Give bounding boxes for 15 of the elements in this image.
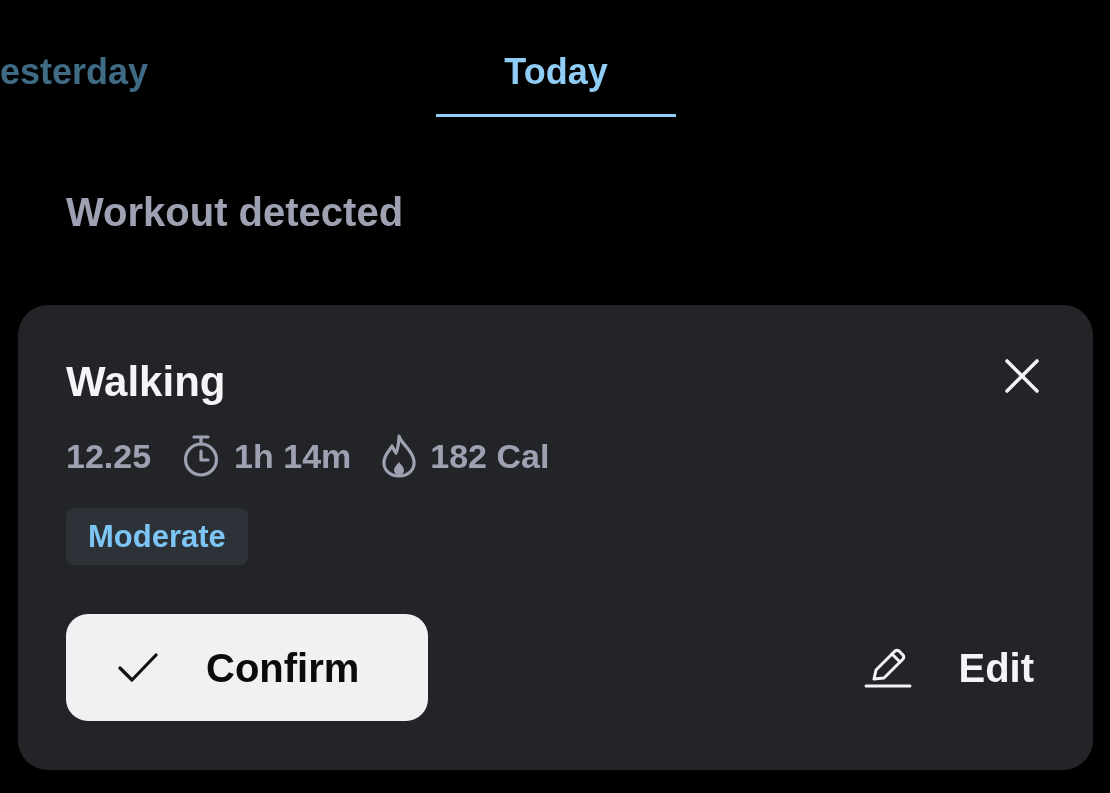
confirm-button[interactable]: Confirm [66, 614, 428, 721]
close-button[interactable] [1004, 358, 1040, 394]
tab[interactable]: esterday [0, 50, 196, 117]
stat-value: 1h 14m [234, 436, 352, 477]
intensity-badge: Moderate [66, 508, 248, 565]
workout-title: Walking [66, 357, 226, 407]
stat-value: 182 Cal [430, 436, 550, 477]
edit-button[interactable]: Edit [864, 637, 1040, 698]
check-icon [118, 652, 158, 683]
section-title: Workout detected [66, 189, 404, 236]
close-icon [1004, 358, 1040, 394]
tab[interactable]: Today [436, 50, 676, 117]
flame-icon [381, 434, 418, 478]
stat-value: 12.25 [66, 436, 152, 477]
pencil-icon [864, 647, 913, 688]
